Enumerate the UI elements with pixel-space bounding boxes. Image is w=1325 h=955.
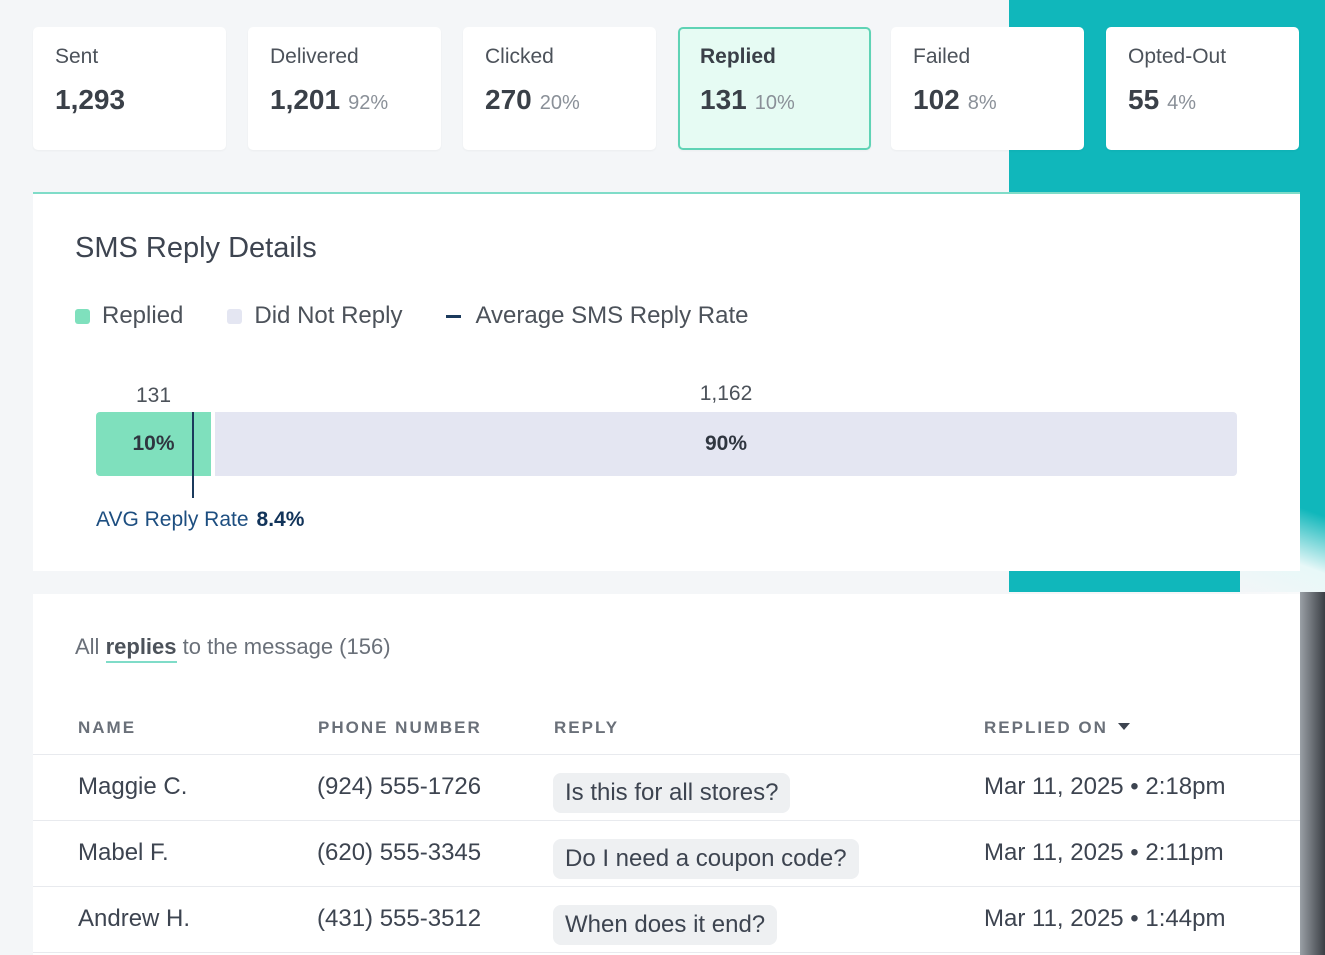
legend-label: Did Not Reply [254, 302, 403, 329]
cell-date: Mar 11, 2025 • 2:18pm [984, 773, 1226, 800]
stat-percent: 4% [1167, 92, 1197, 114]
avg-value: 8.4% [256, 508, 305, 531]
stat-value: 1,201 [270, 84, 341, 115]
not-replied-segment[interactable]: 90% [215, 412, 1237, 476]
replied-percent: 10% [132, 432, 175, 455]
panel-title: SMS Reply Details [75, 232, 317, 264]
cell-date: Mar 11, 2025 • 2:11pm [984, 839, 1224, 866]
stat-percent: 92% [348, 92, 389, 114]
not-replied-percent: 90% [704, 432, 748, 455]
column-header-replied-on-label: REPLIED ON [984, 718, 1108, 737]
not-replied-count-label: 1,162 [699, 382, 753, 405]
stat-value: 102 [913, 84, 960, 115]
stat-card-replied[interactable]: Replied 131 10% [678, 27, 871, 150]
table-row[interactable]: Maggie C. (924) 555-1726 Is this for all… [33, 754, 1300, 820]
stat-percent: 8% [967, 92, 997, 114]
stat-label: Clicked [485, 45, 554, 68]
reply-rate-bar: 131 1,162 10% 90% [96, 382, 1237, 498]
stat-card-opted-out[interactable]: Opted-Out 55 4% [1106, 27, 1299, 150]
average-reply-rate: AVG Reply Rate 8.4% [96, 508, 304, 532]
replies-title-prefix: All [75, 634, 100, 659]
stat-value: 131 [700, 84, 747, 115]
replies-panel: All replies to the message (156) NAME PH… [33, 594, 1300, 955]
column-header-name[interactable]: NAME [78, 718, 136, 738]
stat-label: Failed [913, 45, 971, 68]
stat-card-clicked[interactable]: Clicked 270 20% [463, 27, 656, 150]
legend-swatch-replied [75, 308, 90, 324]
cell-name: Mabel F. [78, 839, 169, 866]
average-rate-marker [192, 412, 194, 498]
legend-label: Replied [102, 302, 184, 329]
stat-card-sent[interactable]: Sent 1,293 [33, 27, 226, 150]
stat-card-delivered[interactable]: Delivered 1,201 92% [248, 27, 441, 150]
replies-link[interactable]: replies [105, 634, 177, 663]
stat-value: 270 [485, 84, 532, 115]
stat-label: Replied [700, 45, 776, 68]
table-row[interactable]: Andrew H. (431) 555-3512 When does it en… [33, 886, 1300, 953]
column-header-phone[interactable]: PHONE NUMBER [318, 718, 482, 738]
avg-label: AVG Reply Rate [96, 508, 249, 531]
stat-label: Opted-Out [1128, 45, 1227, 68]
legend-item-average: Average SMS Reply Rate [446, 302, 748, 330]
cell-date: Mar 11, 2025 • 1:44pm [984, 905, 1226, 932]
stat-card-failed[interactable]: Failed 102 8% [891, 27, 1084, 150]
legend-item-not-replied: Did Not Reply [227, 302, 402, 330]
legend-swatch-not-replied [227, 308, 243, 324]
reply-bubble: Is this for all stores? [553, 773, 791, 813]
decorative-edge [1300, 592, 1325, 955]
chart-legend: Replied Did Not Reply Average SMS Reply … [75, 302, 792, 330]
reply-bubble: Do I need a coupon code? [553, 839, 859, 879]
cell-phone: (431) 555-3512 [317, 905, 482, 932]
stat-value: 55 [1128, 84, 1160, 115]
stat-label: Sent [55, 45, 99, 68]
column-header-replied-on[interactable]: REPLIED ON [984, 718, 1130, 738]
stat-percent: 10% [754, 92, 795, 114]
legend-item-replied: Replied [75, 302, 183, 330]
replied-count-label: 131 [135, 384, 172, 407]
column-header-reply[interactable]: REPLY [554, 718, 619, 738]
cell-name: Andrew H. [78, 905, 191, 932]
cell-name: Maggie C. [78, 773, 188, 800]
table-row[interactable]: Mabel F. (620) 555-3345 Do I need a coup… [33, 820, 1300, 886]
reply-details-panel: SMS Reply Details Replied Did Not Reply … [33, 192, 1300, 571]
caret-down-icon [1117, 723, 1130, 731]
stat-value: 1,293 [55, 84, 126, 115]
legend-swatch-average [446, 314, 462, 318]
reply-bubble: When does it end? [553, 905, 778, 945]
stat-label: Delivered [270, 45, 359, 68]
stat-percent: 20% [539, 92, 580, 114]
cell-phone: (620) 555-3345 [317, 839, 482, 866]
replies-title: All replies to the message (156) [75, 634, 391, 663]
cell-phone: (924) 555-1726 [317, 773, 482, 800]
replies-title-suffix: to the message (156) [182, 634, 391, 659]
legend-label: Average SMS Reply Rate [475, 302, 749, 329]
